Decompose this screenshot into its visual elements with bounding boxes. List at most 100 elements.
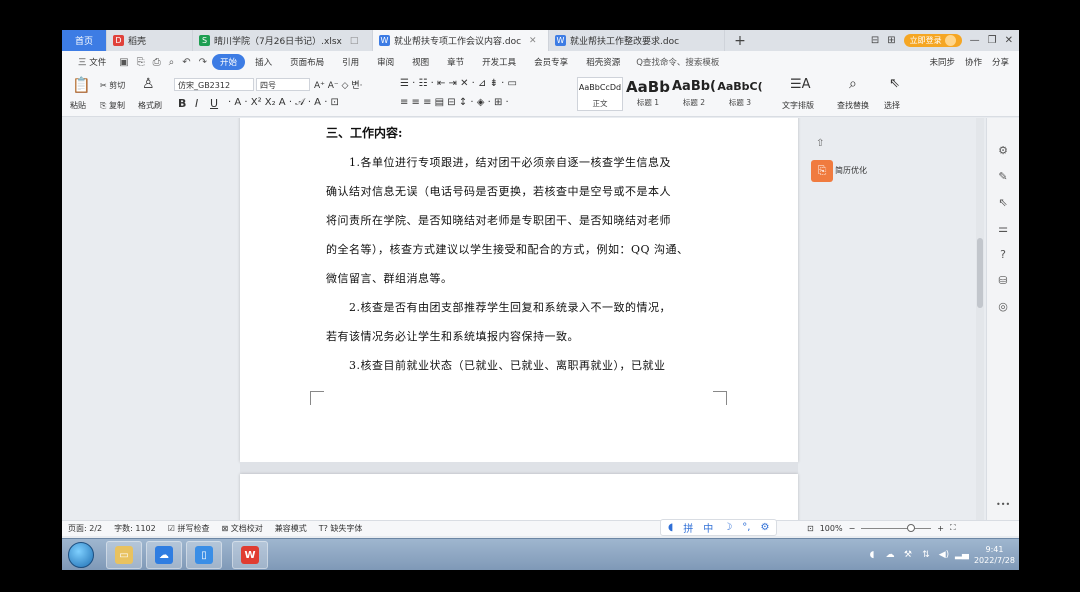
font-grow-shrink-icons[interactable]: A⁺ A⁻ ◇ 변· xyxy=(314,78,362,91)
restore-icon[interactable]: ❐ xyxy=(988,35,997,46)
font-effects-icons[interactable]: · A · X² X₂ A · 𝒜 · A · ⊡ xyxy=(228,97,339,108)
paste-button[interactable]: 粘贴 xyxy=(70,100,86,111)
close-icon[interactable]: □ xyxy=(350,36,359,46)
copy-button[interactable]: ⎘ 复制 xyxy=(100,100,125,111)
tab-home[interactable]: 首页 xyxy=(62,30,107,51)
pen-icon[interactable]: ✎ xyxy=(996,170,1010,184)
zoom-slider[interactable] xyxy=(861,523,932,532)
tab-xlsx[interactable]: S 晴川学院（7月26日书记）.xlsx □ xyxy=(193,30,373,51)
sync-button[interactable]: 未同步 xyxy=(929,56,955,68)
taskbar-app-2[interactable]: ☁ xyxy=(146,541,182,569)
vertical-scrollbar[interactable] xyxy=(976,118,984,520)
word-count[interactable]: 字数: 1102 xyxy=(114,523,156,534)
menu-daoke-resources[interactable]: 稻壳资源 xyxy=(578,56,628,68)
find-replace-button[interactable]: 查找替换 xyxy=(837,100,869,111)
ime-punct[interactable]: °, xyxy=(742,522,750,533)
zoom-slider-knob[interactable] xyxy=(907,523,916,532)
adjust-icon[interactable]: ⚌ xyxy=(996,222,1010,236)
help-icon[interactable]: ? xyxy=(996,248,1010,262)
print-icon[interactable]: ⎙ xyxy=(150,57,164,68)
zoom-in-button[interactable]: + xyxy=(937,524,944,533)
tab-active-doc[interactable]: W 就业帮扶专项工作会议内容.doc ✕ xyxy=(373,30,549,51)
font-name-select[interactable]: 仿宋_GB2312 xyxy=(174,78,254,91)
menu-insert[interactable]: 插入 xyxy=(247,56,280,68)
redo-icon[interactable]: ↷ xyxy=(196,57,210,68)
menu-file[interactable]: 三 文件 xyxy=(70,56,114,68)
tray-cloud-icon[interactable]: ☁ xyxy=(884,549,896,561)
menu-page-layout[interactable]: 页面布局 xyxy=(282,56,332,68)
text-layout-button[interactable]: 文字排版 xyxy=(782,100,814,111)
document-page-2[interactable] xyxy=(240,474,798,520)
zoom-level[interactable]: 100% xyxy=(820,524,843,533)
command-search[interactable]: Q查找命令、搜索模板 xyxy=(630,56,719,68)
menu-member[interactable]: 会员专享 xyxy=(526,56,576,68)
resume-optimize-icon[interactable]: ⎘ xyxy=(811,160,833,182)
zoom-out-button[interactable]: − xyxy=(849,524,856,533)
ime-chinese[interactable]: 中 xyxy=(703,520,713,535)
tray-network-icon[interactable]: ⇅ xyxy=(920,549,932,561)
layout-icon[interactable]: ⊟ xyxy=(871,35,879,46)
menu-developer[interactable]: 开发工具 xyxy=(474,56,524,68)
style-heading-3[interactable]: AaBbC( 标题 3 xyxy=(717,77,763,111)
underline-button[interactable]: U xyxy=(210,97,218,110)
tray-tools-icon[interactable]: ⚒ xyxy=(902,549,914,561)
taskbar-app-3[interactable]: ▯ xyxy=(186,541,222,569)
fit-page-icon[interactable]: ⊡ xyxy=(807,524,814,533)
start-button[interactable] xyxy=(68,542,94,568)
paste-icon[interactable]: 📋 xyxy=(72,76,91,94)
style-heading-1[interactable]: AaBb 标题 1 xyxy=(625,77,671,111)
menu-start[interactable]: 开始 xyxy=(212,54,246,70)
menu-chapter[interactable]: 章节 xyxy=(439,56,472,68)
doc-proofread[interactable]: ⊠ 文档校对 xyxy=(221,523,262,534)
document-page[interactable]: 三、工作内容: 1.各单位进行专项跟进，结对团干必须亲自逐一核查学生信息及 确认… xyxy=(240,118,798,462)
page-indicator[interactable]: 页面: 2/2 xyxy=(68,523,102,534)
menu-references[interactable]: 引用 xyxy=(334,56,367,68)
find-icon[interactable]: ⌕ xyxy=(849,76,857,92)
style-normal[interactable]: AaBbCcDd 正文 xyxy=(577,77,623,111)
resume-optimize-button[interactable]: 简历优化 xyxy=(835,165,867,176)
bold-button[interactable]: B xyxy=(178,97,186,110)
ime-logo-icon[interactable]: ◖ xyxy=(668,522,673,533)
cursor-icon[interactable]: ⇖ xyxy=(996,196,1010,210)
grid-icon[interactable]: ⊞ xyxy=(887,35,895,46)
align-icons[interactable]: ≡ ≡ ≡ ▤ ⊟ ↕ · ◈ · ⊞ · xyxy=(400,97,509,108)
volume-icon[interactable]: ◀) xyxy=(938,549,950,561)
new-tab-button[interactable]: + xyxy=(725,30,755,51)
italic-button[interactable]: I xyxy=(195,97,198,110)
tab-doc-2[interactable]: W 就业帮扶工作整改要求.doc xyxy=(549,30,725,51)
format-painter-icon[interactable]: ♙ xyxy=(142,76,155,92)
save-icon[interactable]: ▣ xyxy=(116,57,131,68)
preview-icon[interactable]: ⌕ xyxy=(166,57,178,68)
more-icon[interactable]: ••• xyxy=(996,498,1010,512)
collapse-panel-icon[interactable]: ⇧ xyxy=(816,138,824,149)
style-heading-2[interactable]: AaBb( 标题 2 xyxy=(671,77,717,111)
ime-pinyin[interactable]: 拼 xyxy=(683,520,693,535)
scroll-thumb[interactable] xyxy=(977,238,983,308)
login-button[interactable]: 立即登录 xyxy=(903,34,962,47)
text-layout-icon[interactable]: ☰A xyxy=(790,77,811,92)
list-icons[interactable]: ☰ · ☷ · ⇤ ⇥ ✕ · ⊿ ⇟ · ▭ xyxy=(400,78,517,89)
select-button[interactable]: 选择 xyxy=(884,100,900,111)
format-painter-button[interactable]: 格式刷 xyxy=(138,100,162,111)
collab-button[interactable]: 协作 xyxy=(965,56,982,68)
style-panel-icon[interactable]: ⚙ xyxy=(996,144,1010,158)
undo-icon[interactable]: ↶ xyxy=(179,57,193,68)
taskbar-wps[interactable]: W xyxy=(232,541,268,569)
select-icon[interactable]: ⇖ xyxy=(889,76,900,91)
clock[interactable]: 9:41 2022/7/28 xyxy=(974,544,1015,566)
close-window-icon[interactable]: ✕ xyxy=(1005,35,1013,46)
menu-view[interactable]: 视图 xyxy=(404,56,437,68)
location-icon[interactable]: ◎ xyxy=(996,300,1010,314)
tray-app-icon[interactable]: ◖ xyxy=(866,549,878,561)
backup-icon[interactable]: ⛁ xyxy=(996,274,1010,288)
spell-check[interactable]: ☑ 拼写检查 xyxy=(168,523,210,534)
ime-moon-icon[interactable]: ☽ xyxy=(723,522,732,533)
export-icon[interactable]: ⎘ xyxy=(134,57,148,68)
cut-button[interactable]: ✂ 剪切 xyxy=(100,80,125,91)
menu-review[interactable]: 审阅 xyxy=(369,56,402,68)
taskbar-explorer[interactable]: ▭ xyxy=(106,541,142,569)
signal-icon[interactable]: ▂▄ xyxy=(955,549,969,561)
missing-font[interactable]: T? 缺失字体 xyxy=(319,523,363,534)
minimize-icon[interactable]: — xyxy=(970,35,980,46)
share-button[interactable]: 分享 xyxy=(992,56,1009,68)
